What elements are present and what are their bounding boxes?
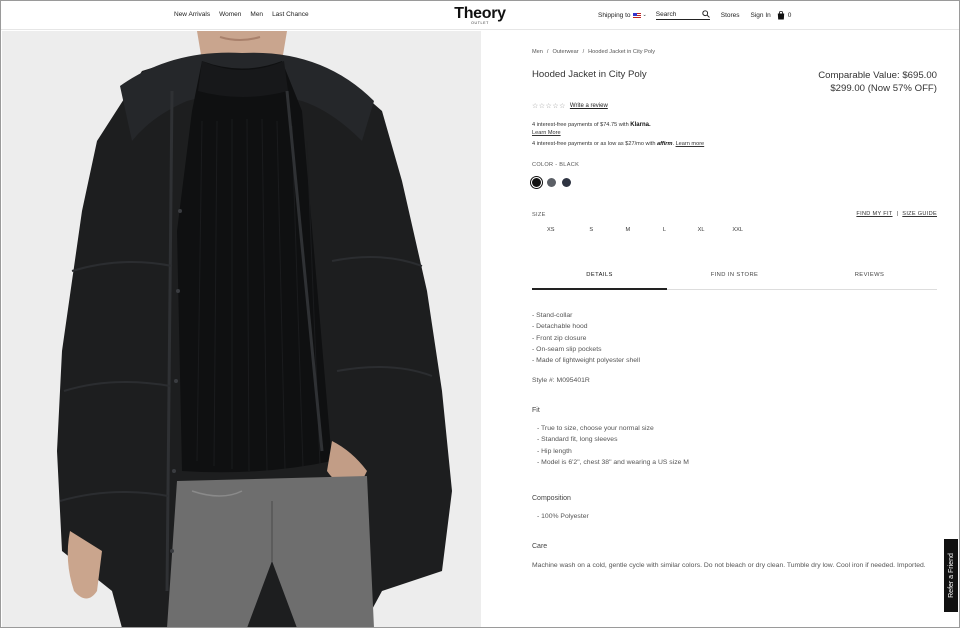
klarna-learn-more[interactable]: Learn More xyxy=(532,129,651,137)
swatch-grey[interactable] xyxy=(547,178,556,187)
price-block: Comparable Value: $695.00 $299.00 (Now 5… xyxy=(818,69,937,95)
swatch-navy[interactable] xyxy=(562,178,571,187)
size-xl[interactable]: XL xyxy=(683,227,720,233)
list-item: - True to size, choose your normal size xyxy=(537,425,654,432)
rating-row: ☆☆☆☆☆ Write a review xyxy=(532,102,608,110)
search-icon[interactable] xyxy=(702,10,710,18)
product-image[interactable] xyxy=(2,31,481,627)
list-item: - Made of lightweight polyester shell xyxy=(532,357,641,365)
refer-a-friend-label: Refer a Friend xyxy=(947,553,955,598)
klarna-text: 4 interest-free payments of $74.75 with xyxy=(532,122,629,128)
breadcrumb-outerwear[interactable]: Outerwear xyxy=(552,49,578,55)
breadcrumb-men[interactable]: Men xyxy=(532,49,543,55)
detail-tabs: DETAILS FIND IN STORE REVIEWS xyxy=(532,266,937,290)
composition-heading: Composition xyxy=(532,495,571,502)
fit-links-separator: | xyxy=(896,211,899,217)
shopping-bag[interactable]: 0 xyxy=(777,10,792,20)
chevron-down-icon: ⌄ xyxy=(642,12,647,18)
stores-link[interactable]: Stores xyxy=(721,12,740,19)
find-my-fit-link[interactable]: FIND MY FIT xyxy=(856,211,892,217)
us-flag-icon xyxy=(632,12,641,18)
product-title: Hooded Jacket in City Poly xyxy=(532,69,647,80)
size-label: SIZE xyxy=(532,212,546,218)
fit-list: - True to size, choose your normal size … xyxy=(537,423,689,468)
affirm-text: 4 interest-free payments or as low as $2… xyxy=(532,141,656,147)
tab-find-in-store[interactable]: FIND IN STORE xyxy=(667,266,802,289)
list-item: - Stand-collar xyxy=(532,312,573,319)
color-swatches xyxy=(532,178,571,187)
page-frame: New Arrivals Women Men Last Chance Theor… xyxy=(0,0,960,628)
list-item: - Hip length xyxy=(537,447,572,455)
size-s[interactable]: S xyxy=(573,227,610,233)
klarna-message: 4 interest-free payments of $74.75 with … xyxy=(532,121,651,137)
feature-list: - Stand-collar - Detachable hood - Front… xyxy=(532,310,640,366)
utility-nav: Shipping to ⌄ Search Stores Sign In 0 xyxy=(598,10,791,20)
search-placeholder: Search xyxy=(655,10,677,18)
style-number: Style #: M095401R xyxy=(532,377,590,384)
affirm-logo: affirm xyxy=(657,141,673,147)
care-text: Machine wash on a cold, gentle cycle wit… xyxy=(532,562,926,569)
logo-subtitle: OUTLET xyxy=(471,21,489,25)
size-m[interactable]: M xyxy=(610,227,647,233)
sign-in-link[interactable]: Sign In xyxy=(751,12,771,19)
logo[interactable]: Theory OUTLET xyxy=(1,5,959,25)
refer-a-friend-button[interactable]: Refer a Friend xyxy=(944,539,958,612)
list-item: - Front zip closure xyxy=(532,334,587,342)
klarna-logo: Klarna. xyxy=(630,122,651,128)
fit-links: FIND MY FIT | SIZE GUIDE xyxy=(856,211,937,217)
write-review-link[interactable]: Write a review xyxy=(570,103,608,109)
shipping-selector[interactable]: Shipping to ⌄ xyxy=(598,12,647,19)
list-item: - Detachable hood xyxy=(532,323,588,331)
size-options: XS S M L XL XXL xyxy=(543,227,756,233)
size-xxl[interactable]: XXL xyxy=(719,227,756,233)
logo-wordmark: Theory xyxy=(454,5,506,22)
tab-details[interactable]: DETAILS xyxy=(532,266,667,290)
product-photo xyxy=(2,31,481,627)
size-guide-link[interactable]: SIZE GUIDE xyxy=(902,211,937,217)
size-l[interactable]: L xyxy=(646,227,683,233)
list-item: - Standard fit, long sleeves xyxy=(537,436,618,444)
affirm-learn-more[interactable]: Learn more xyxy=(676,141,705,147)
fit-heading: Fit xyxy=(532,407,540,414)
list-item: - On-seam slip pockets xyxy=(532,345,602,353)
tab-reviews[interactable]: REVIEWS xyxy=(802,266,937,289)
shipping-label: Shipping to xyxy=(598,11,631,19)
breadcrumb-separator: / xyxy=(582,49,585,55)
size-xs[interactable]: XS xyxy=(543,227,573,233)
list-item: - Model is 6'2", chest 38" and wearing a… xyxy=(537,458,689,466)
care-heading: Care xyxy=(532,543,548,550)
comparable-value: Comparable Value: $695.00 xyxy=(818,70,937,81)
breadcrumb-current: Hooded Jacket in City Poly xyxy=(588,49,655,55)
swatch-black[interactable] xyxy=(532,178,541,187)
site-header: New Arrivals Women Men Last Chance Theor… xyxy=(1,1,959,30)
breadcrumb-separator: / xyxy=(546,49,549,55)
affirm-message: 4 interest-free payments or as low as $2… xyxy=(532,141,705,147)
sale-price: $299.00 (Now 57% OFF) xyxy=(830,83,937,94)
color-label: COLOR - BLACK xyxy=(532,162,580,168)
shopping-bag-icon xyxy=(777,10,784,19)
composition-value: - 100% Polyester xyxy=(537,513,589,520)
search-input[interactable]: Search xyxy=(655,10,710,20)
bag-count: 0 xyxy=(787,11,792,19)
breadcrumb: Men / Outerwear / Hooded Jacket in City … xyxy=(532,49,655,55)
star-rating-icon: ☆☆☆☆☆ xyxy=(532,103,566,110)
